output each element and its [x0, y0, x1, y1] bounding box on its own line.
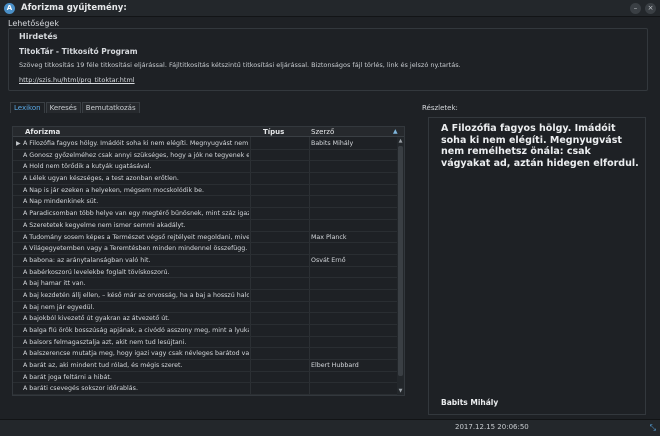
table-row[interactable]: A Tudomány sosem képes a Természet végső…: [13, 232, 397, 244]
title-bar[interactable]: A Aforizma gyűjtemény: – ×: [0, 0, 660, 17]
cell-aforizma: A Gonosz győzelméhez csak annyi szüksége…: [23, 151, 249, 159]
table-row[interactable]: A Szeretetek kegyelme nem ismer semmi ak…: [13, 220, 397, 232]
cell-aforizma: A Szeretetek kegyelme nem ismer semmi ak…: [23, 221, 186, 229]
sort-ascending-icon[interactable]: ▲: [393, 127, 398, 137]
cell-szerzo: Osvát Ernő: [311, 256, 346, 264]
table-row[interactable]: A balsors felmagasztalja azt, akit nem t…: [13, 337, 397, 349]
selected-quote: A Filozófia fagyos hölgy. Imádóit soha k…: [441, 123, 639, 169]
details-panel: A Filozófia fagyos hölgy. Imádóit soha k…: [428, 117, 646, 415]
current-row-marker-icon: ▶: [16, 140, 21, 147]
table-row[interactable]: A Nap is jár ezeken a helyeken, mégsem m…: [13, 185, 397, 197]
ad-link[interactable]: http://szis.hu/html/prg_titoktar.html: [19, 76, 135, 84]
cell-aforizma: A Filozófia fagyos hölgy. Imádóit soha k…: [23, 140, 249, 147]
cell-aforizma: A balga fiú örök bosszúság apjának, a ci…: [23, 327, 249, 334]
window-title: Aforizma gyűjtemény:: [21, 3, 127, 13]
cell-szerzo: Babits Mihály: [311, 140, 354, 147]
selected-author: Babits Mihály: [441, 398, 499, 407]
status-datetime: 2017.12.15 20:06:50: [455, 423, 529, 431]
close-button[interactable]: ×: [645, 3, 656, 14]
table-row[interactable]: A baj nem jár egyedül.: [13, 302, 397, 314]
cell-aforizma: A baj hamar itt van.: [23, 280, 86, 288]
table-row[interactable]: A babérkoszorú levelekbe foglalt tövísko…: [13, 267, 397, 279]
table-row[interactable]: A Nap mindenkinek süt.: [13, 196, 397, 209]
window-controls: – ×: [630, 3, 656, 14]
cell-aforizma: A Lélek ugyan készséges, a test azonban …: [23, 175, 179, 183]
cell-aforizma: A balsors felmagasztalja azt, akit nem t…: [23, 338, 187, 346]
app-logo-icon: A: [4, 2, 15, 14]
table-row[interactable]: ▶ A Filozófia fagyos hölgy. Imádóit soha …: [13, 138, 397, 150]
status-bar: 2017.12.15 20:06:50 ⤡: [0, 419, 660, 436]
table-header: Aforizma Típus Szerző ▲: [13, 127, 404, 137]
ad-description: Szöveg titkosítás 19 féle titkosítási el…: [19, 61, 461, 69]
tab-bar: Lexikon Keresés Bemutatkozás: [10, 102, 141, 113]
cell-szerzo: Max Planck: [311, 233, 347, 241]
table-row[interactable]: A balszerencse mutatja meg, hogy igazi v…: [13, 348, 397, 361]
table-row[interactable]: A babona: az aránytalanságban való hit. O…: [13, 255, 397, 267]
table-row[interactable]: A Gonosz győzelméhez csak annyi szüksége…: [13, 150, 397, 162]
cell-aforizma: A Nap mindenkinek süt.: [23, 198, 99, 206]
ad-heading: Hirdetés: [19, 32, 58, 41]
table-row[interactable]: A Hold nem törődik a kutyák ugatásával.: [13, 161, 397, 174]
table-row[interactable]: A baráti csevegés sokszor időrablás.: [13, 383, 397, 395]
cell-aforizma: A babona: az aránytalanságban való hit.: [23, 256, 151, 264]
table-row[interactable]: A barát az, aki mindent tud rólad, és mé…: [13, 360, 397, 372]
cell-szerzo: Elbert Hubbard: [311, 362, 359, 370]
cell-aforizma: A balszerencse mutatja meg, hogy igazi v…: [23, 350, 249, 358]
column-header-szerzo[interactable]: Szerző: [311, 127, 334, 137]
table-row[interactable]: A barát joga feltárni a hibát.: [13, 372, 397, 384]
table-row[interactable]: A Világegyetemben vagy a Teremtésben min…: [13, 243, 397, 255]
table-row[interactable]: A barátoknak mindenük közös.: [13, 395, 397, 396]
cell-aforizma: A barátoknak mindenük közös.: [23, 395, 249, 396]
cell-aforizma: A baráti csevegés sokszor időrablás.: [23, 385, 138, 393]
scroll-down-icon[interactable]: ▼: [397, 387, 404, 395]
tab-bemutatkozas[interactable]: Bemutatkozás: [81, 102, 140, 113]
cell-aforizma: A bajokból kivezető út gyakran az átveze…: [23, 315, 170, 323]
cell-aforizma: A baj kezdetén állj ellen, – késő már az…: [23, 291, 249, 299]
table-row[interactable]: A balga fiú örök bosszúság apjának, a ci…: [13, 325, 397, 337]
tab-lexikon[interactable]: Lexikon: [10, 102, 45, 113]
cell-aforizma: A baj nem jár egyedül.: [23, 303, 95, 311]
cell-aforizma: A Világegyetemben vagy a Teremtésben min…: [23, 245, 248, 253]
ad-program-name: TitokTár - Titkosító Program: [19, 47, 138, 56]
table-row[interactable]: A baj hamar itt van.: [13, 278, 397, 290]
cell-aforizma: A barát joga feltárni a hibát.: [23, 373, 112, 381]
tab-kereses[interactable]: Keresés: [45, 102, 81, 113]
cell-aforizma: A Nap is jár ezeken a helyeken, mégsem m…: [23, 186, 204, 194]
column-header-aforizma[interactable]: Aforizma: [25, 127, 60, 137]
cell-aforizma: A Paradicsomban több helye van egy megté…: [23, 210, 249, 218]
column-header-tipus[interactable]: Típus: [263, 127, 284, 137]
details-label: Részletek:: [422, 104, 458, 112]
table-scrollbar[interactable]: ▲ ▼: [397, 137, 404, 395]
aphorism-table[interactable]: Aforizma Típus Szerző ▲ ▶ A Filozófia fag…: [12, 126, 405, 396]
table-row[interactable]: A baj kezdetén állj ellen, – késő már az…: [13, 290, 397, 302]
cell-aforizma: A Hold nem törődik a kutyák ugatásával.: [23, 163, 152, 171]
table-row[interactable]: A Paradicsomban több helye van egy megté…: [13, 208, 397, 220]
table-row[interactable]: A bajokból kivezető út gyakran az átveze…: [13, 313, 397, 325]
cell-aforizma: A Tudomány sosem képes a Természet végső…: [23, 233, 249, 241]
minimize-button[interactable]: –: [630, 3, 641, 14]
cell-aforizma: A barát az, aki mindent tud rólad, és mé…: [23, 362, 183, 370]
scrollbar-thumb[interactable]: [398, 146, 403, 376]
table-row[interactable]: A Lélek ugyan készséges, a test azonban …: [13, 173, 397, 185]
cell-aforizma: A babérkoszorú levelekbe foglalt tövísko…: [23, 268, 170, 276]
options-menu[interactable]: Lehetőségek: [8, 19, 59, 28]
resize-grip-icon[interactable]: ⤡: [650, 423, 656, 433]
advertisement-panel: Hirdetés TitokTár - Titkosító Program Sz…: [8, 28, 648, 91]
scroll-up-icon[interactable]: ▲: [397, 137, 404, 145]
table-body: ▶ A Filozófia fagyos hölgy. Imádóit soha …: [13, 138, 397, 396]
